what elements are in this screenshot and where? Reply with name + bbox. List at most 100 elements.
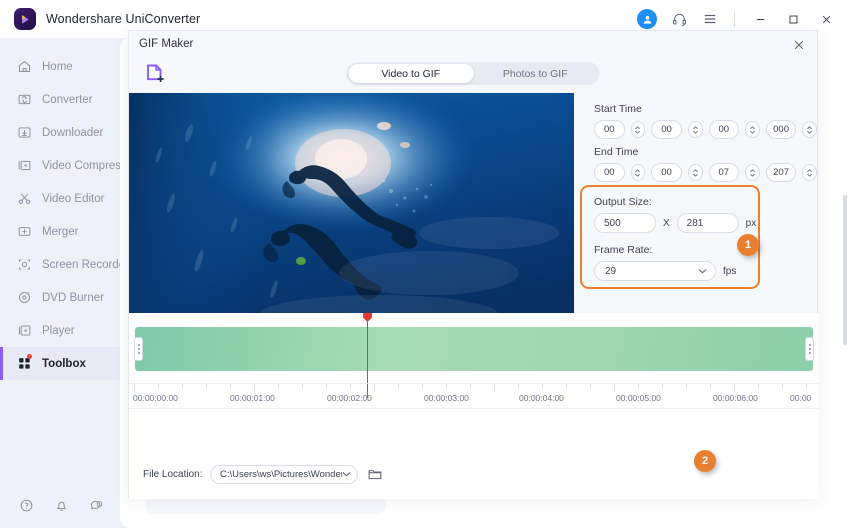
- end-hours-input[interactable]: 00: [594, 163, 625, 182]
- tab-photos-to-gif[interactable]: Photos to GIF: [473, 64, 598, 83]
- app-title: Wondershare UniConverter: [46, 12, 201, 26]
- gif-maker-dialog: GIF Maker Video to GIF Photos to GIF Sta…: [128, 30, 819, 499]
- scissors-icon: [16, 191, 32, 207]
- start-hours-stepper[interactable]: [630, 121, 646, 138]
- sidebar-item-label: Merger: [42, 225, 79, 238]
- sidebar-item-label: Downloader: [42, 126, 104, 139]
- end-milliseconds-input[interactable]: 207: [765, 163, 797, 182]
- mode-tabs: Video to GIF Photos to GIF: [346, 62, 600, 85]
- timeline-clip-area[interactable]: [134, 327, 814, 371]
- timeline-ruler[interactable]: 00:00:00:00 00:00:01:00 00:00:02:00 00:0…: [129, 383, 819, 409]
- start-milliseconds-input[interactable]: 000: [765, 120, 797, 139]
- sidebar-item-converter[interactable]: Converter: [0, 83, 120, 116]
- ruler-tick: [134, 384, 135, 392]
- ruler-tick: [782, 384, 783, 389]
- sidebar-item-toolbox[interactable]: Toolbox: [0, 347, 120, 380]
- app-window: Wondershare UniConverter Home Converter …: [0, 0, 850, 528]
- output-width-input[interactable]: 500: [594, 213, 656, 233]
- headset-icon[interactable]: [670, 10, 688, 28]
- ruler-tick: [494, 384, 495, 392]
- ruler-label: 00:00:02:00: [327, 393, 372, 403]
- output-size-row: 500 X 281 px: [594, 213, 758, 233]
- ruler-tick: [806, 384, 807, 389]
- output-size-unit: px: [745, 217, 757, 229]
- step-badge-one: 1: [737, 234, 759, 256]
- sidebar-item-video-editor[interactable]: Video Editor: [0, 182, 120, 215]
- folder-icon[interactable]: [367, 466, 383, 482]
- start-seconds-input[interactable]: 00: [708, 120, 740, 139]
- end-hours-stepper[interactable]: [630, 164, 646, 181]
- end-seconds-stepper[interactable]: [745, 164, 760, 181]
- sidebar-item-home[interactable]: Home: [0, 50, 120, 83]
- end-minutes-input[interactable]: 00: [651, 163, 682, 182]
- start-milliseconds-stepper[interactable]: [802, 121, 817, 138]
- hamburger-menu-icon[interactable]: [701, 10, 719, 28]
- ruler-label: 00:00:04:00: [519, 393, 564, 403]
- ruler-tick: [326, 384, 327, 389]
- end-minutes-stepper[interactable]: [687, 164, 703, 181]
- sidebar-item-screen-recorder[interactable]: Screen Recorder: [0, 248, 129, 281]
- start-time-row: 00 00 00 000: [594, 120, 817, 139]
- video-clip[interactable]: [135, 327, 813, 371]
- ruler-tick: [230, 384, 231, 389]
- ruler-tick: [734, 384, 735, 392]
- tab-video-to-gif[interactable]: Video to GIF: [348, 64, 473, 83]
- minimize-icon[interactable]: [750, 10, 770, 28]
- ruler-tick: [638, 384, 639, 389]
- sidebar-item-player[interactable]: Player: [0, 314, 120, 347]
- maximize-icon[interactable]: [783, 10, 803, 28]
- ruler-tick: [158, 384, 159, 389]
- sidebar-item-label: Player: [42, 324, 75, 337]
- start-seconds-stepper[interactable]: [745, 121, 760, 138]
- sidebar-nav: Home Converter Downloader Video Compress…: [0, 38, 137, 380]
- sidebar-item-merger[interactable]: Merger: [0, 215, 120, 248]
- sidebar-item-downloader[interactable]: Downloader: [0, 116, 120, 149]
- settings-panel: Start Time 00 00 00 000 End Time 00 00 0…: [574, 93, 817, 341]
- sidebar: Home Converter Downloader Video Compress…: [0, 38, 137, 528]
- compress-icon: [16, 158, 32, 174]
- end-seconds-input[interactable]: 07: [708, 163, 740, 182]
- sidebar-item-label: Video Editor: [42, 192, 105, 205]
- trim-handle-left[interactable]: [134, 337, 143, 361]
- ruler-tick: [614, 384, 615, 392]
- output-height-input[interactable]: 281: [676, 213, 739, 233]
- vertical-scrollbar[interactable]: [843, 40, 847, 510]
- trim-handle-right[interactable]: [805, 337, 814, 361]
- start-minutes-input[interactable]: 00: [651, 120, 682, 139]
- frame-rate-value: 29: [605, 265, 617, 277]
- size-separator: X: [663, 217, 670, 229]
- sidebar-item-label: Toolbox: [42, 357, 86, 370]
- scrollbar-thumb[interactable]: [843, 195, 847, 345]
- feedback-icon[interactable]: [88, 497, 105, 514]
- ruler-label: 00:00:06:00: [713, 393, 758, 403]
- add-file-icon[interactable]: [143, 61, 169, 87]
- bell-icon[interactable]: [53, 497, 70, 514]
- sidebar-bottom-actions: [18, 497, 105, 514]
- frame-rate-row: 29 fps: [594, 261, 758, 281]
- frame-rate-label: Frame Rate:: [594, 244, 653, 256]
- user-avatar-icon[interactable]: [637, 9, 657, 29]
- close-icon[interactable]: [790, 36, 808, 54]
- start-minutes-stepper[interactable]: [687, 121, 703, 138]
- sidebar-item-dvd-burner[interactable]: DVD Burner: [0, 281, 120, 314]
- download-icon: [16, 125, 32, 141]
- video-preview[interactable]: [129, 93, 574, 341]
- ruler-tick: [470, 384, 471, 389]
- video-frame-image: [129, 93, 574, 341]
- start-hours-input[interactable]: 00: [594, 120, 625, 139]
- frame-rate-select[interactable]: 29: [594, 261, 716, 281]
- ruler-label: 00:00:00:00: [133, 393, 178, 403]
- help-icon[interactable]: [18, 497, 35, 514]
- end-milliseconds-stepper[interactable]: [802, 164, 817, 181]
- record-icon: [16, 257, 32, 273]
- timeline: 00:00:00:00 00:00:01:00 00:00:02:00 00:0…: [129, 313, 819, 453]
- ruler-label: 00:00:01:00: [230, 393, 275, 403]
- ruler-tick: [206, 384, 207, 389]
- close-icon[interactable]: [816, 10, 836, 28]
- ruler-tick: [662, 384, 663, 389]
- file-location-select[interactable]: C:\Users\ws\Pictures\Wonders: [210, 465, 358, 484]
- sidebar-item-label: Converter: [42, 93, 93, 106]
- ruler-tick: [254, 384, 255, 392]
- disc-icon: [16, 290, 32, 306]
- sidebar-item-video-compressor[interactable]: Video Compressor: [0, 149, 137, 182]
